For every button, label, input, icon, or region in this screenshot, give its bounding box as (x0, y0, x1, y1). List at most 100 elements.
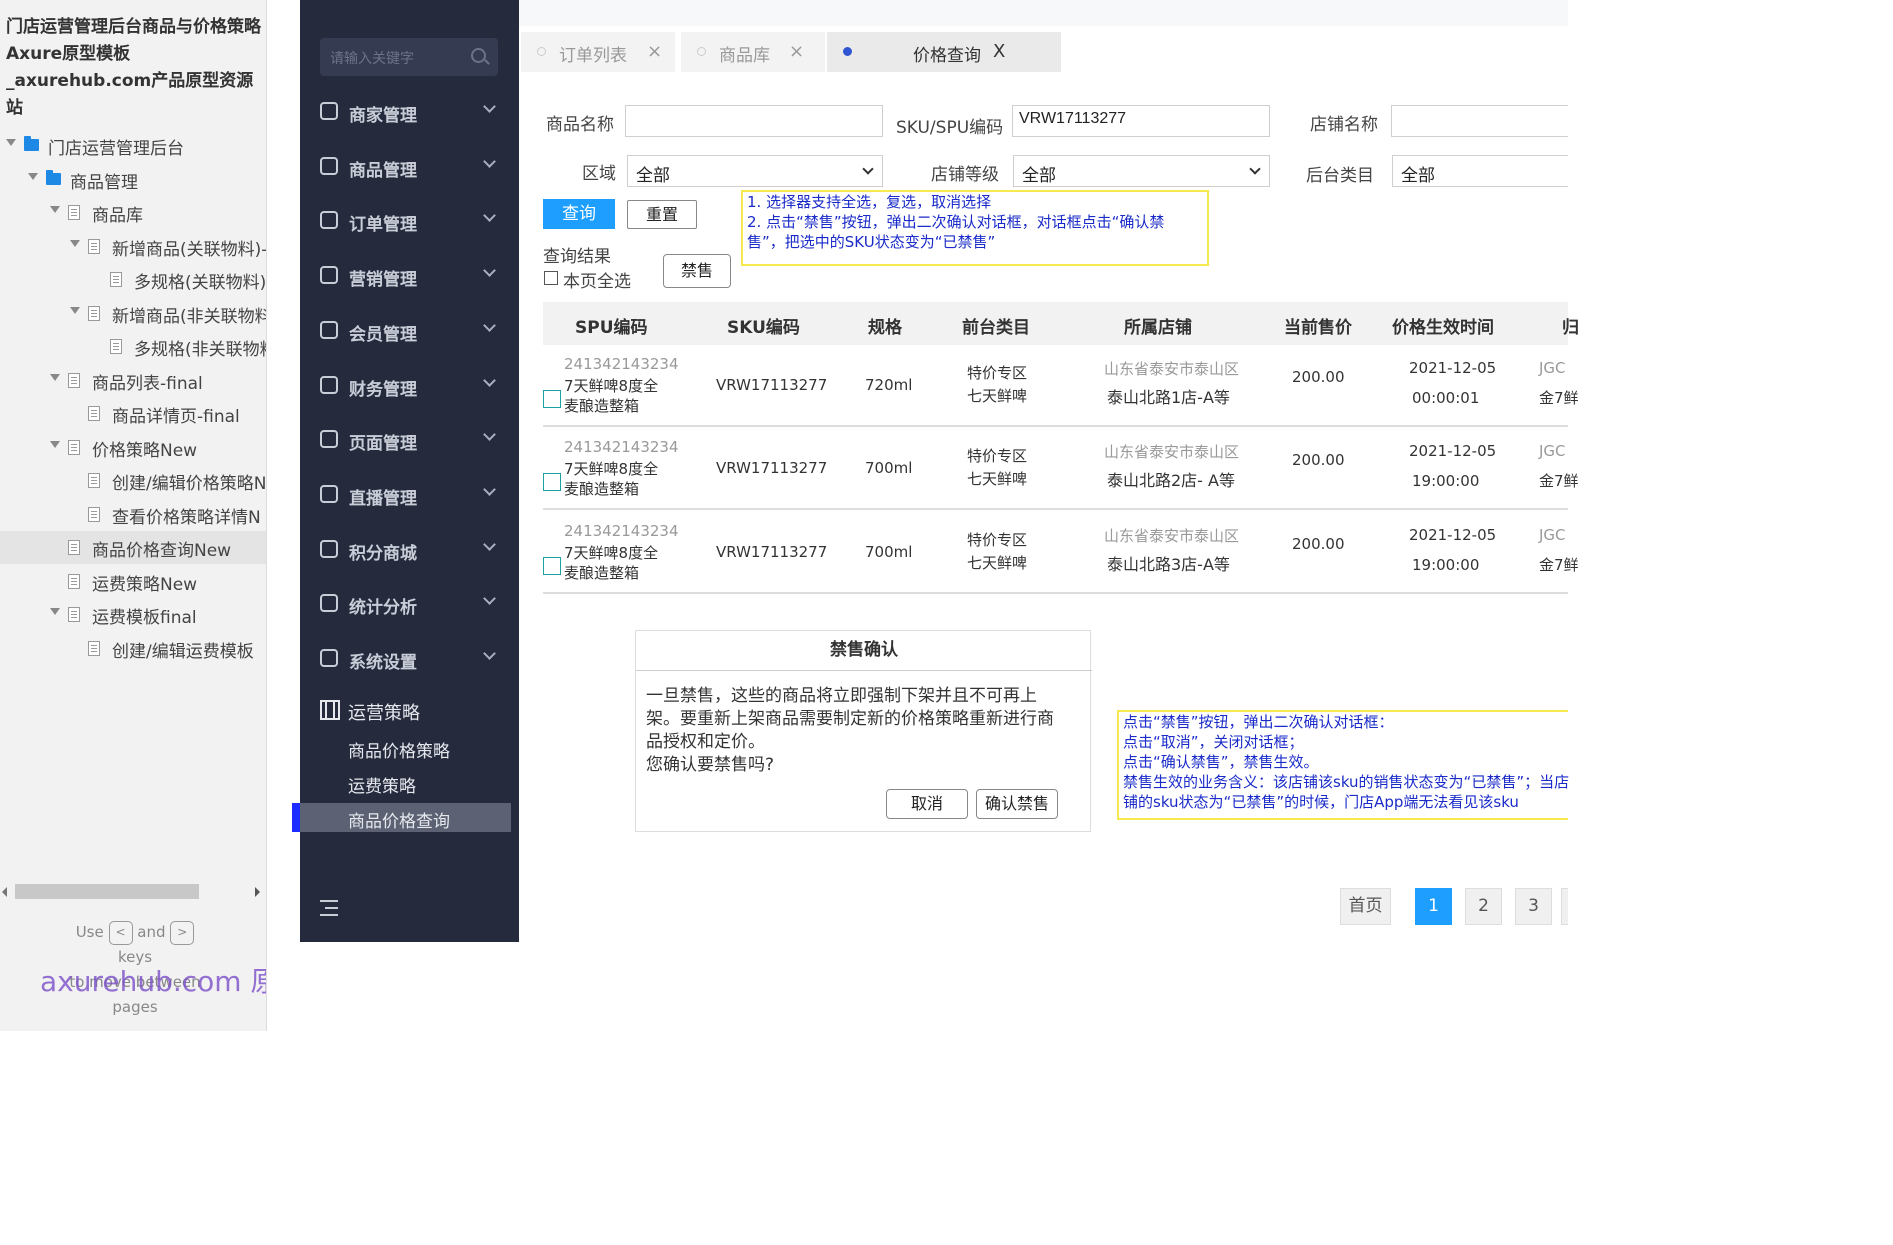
chevron-down-icon (483, 100, 496, 113)
nav-item-label: 直播管理 (349, 488, 417, 509)
nav-item[interactable]: 直播管理 (300, 475, 519, 515)
sitemap-item[interactable]: 商品库 (0, 196, 266, 229)
select-all-checkbox[interactable] (544, 271, 558, 285)
expand-arrow-icon[interactable] (6, 139, 16, 146)
nav-item[interactable]: 统计分析 (300, 584, 519, 624)
sitemap-item[interactable]: 门店运营管理后台 (0, 129, 266, 162)
cell-category-1: 特价专区 (967, 531, 1028, 549)
backend-category-select[interactable]: 全部 (1392, 155, 1568, 187)
col-price: 当前售价 (1284, 318, 1352, 338)
search-icon[interactable] (471, 48, 486, 63)
reset-button[interactable]: 重置 (627, 200, 697, 229)
sitemap-scrollbar[interactable] (0, 882, 266, 902)
nav-item[interactable]: 营销管理 (300, 256, 519, 296)
nav-item[interactable]: 商家管理 (300, 92, 519, 132)
tab-price-query[interactable]: 价格查询 X (827, 32, 1061, 72)
scrollbar-thumb[interactable] (15, 884, 199, 899)
nav-item[interactable]: 订单管理 (300, 201, 519, 241)
nav-sub-price-strategy[interactable]: 商品价格策略 (300, 733, 519, 762)
store-level-value: 全部 (1022, 166, 1056, 186)
pagination-page-1[interactable]: 1 (1415, 888, 1452, 925)
sitemap-panel: 门店运营管理后台商品与价格策略Axure原型模板_axurehub.com产品原… (0, 0, 267, 1031)
expand-arrow-icon[interactable] (50, 608, 60, 615)
store-level-select[interactable]: 全部 (1013, 155, 1270, 187)
nav-sub-price-query[interactable]: 商品价格查询 (292, 803, 511, 832)
pagination-page-3[interactable]: 3 (1515, 888, 1552, 925)
sitemap-item[interactable]: 商品列表-final (0, 364, 266, 397)
nav-search-placeholder: 请输入关键字 (330, 51, 414, 67)
ban-sale-button[interactable]: 禁售 (663, 254, 731, 288)
expand-arrow-icon[interactable] (70, 306, 80, 314)
nav-sub-freight-strategy[interactable]: 运费策略 (300, 768, 519, 797)
top-bar (519, 0, 1568, 26)
cell-spu: 241342143234 (564, 522, 679, 540)
table-row: 241342143234 7天鲜啤8度全 麦酿造整箱 VRW17113277 700ml… (543, 512, 1579, 594)
close-icon[interactable]: × (789, 41, 804, 62)
finance-icon (320, 375, 338, 394)
admin-sidebar: 请输入关键字 商家管理商品管理订单管理营销管理会员管理财务管理页面管理直播管理积… (292, 0, 519, 942)
row-checkbox[interactable] (543, 390, 561, 408)
sitemap-item[interactable]: 新增商品(关联物料)- (0, 230, 266, 263)
confirm-ban-button[interactable]: 确认禁售 (976, 789, 1058, 819)
chevron-down-icon (483, 647, 496, 660)
nav-item[interactable]: 会员管理 (300, 311, 519, 351)
sitemap-item[interactable]: 创建/编辑价格策略N (0, 464, 266, 497)
store-name-input[interactable] (1391, 105, 1568, 137)
row-checkbox[interactable] (543, 557, 561, 575)
nav-group-ops-strategy[interactable]: 运营策略 (300, 690, 519, 730)
scroll-right-arrow-icon[interactable] (255, 887, 260, 897)
tab-product-library[interactable]: 商品库 × (681, 32, 825, 72)
close-icon[interactable]: X (993, 41, 1005, 62)
page-icon (68, 439, 80, 455)
product-name-input[interactable] (625, 105, 883, 137)
scroll-left-arrow-icon[interactable] (2, 887, 7, 897)
tab-label: 订单列表 (559, 46, 627, 66)
tab-order-list[interactable]: 订单列表 × (521, 32, 675, 72)
cell-price: 200.00 (1292, 451, 1345, 469)
sitemap-item-label: 运费模板final (92, 608, 197, 628)
pagination-first[interactable]: 首页 (1340, 888, 1391, 925)
region-select[interactable]: 全部 (627, 155, 883, 187)
sitemap-item[interactable]: 价格策略New (0, 431, 266, 464)
pagination-page-2[interactable]: 2 (1465, 888, 1502, 925)
collapse-menu-icon[interactable] (320, 898, 340, 918)
nav-item[interactable]: 系统设置 (300, 639, 519, 679)
expand-arrow-icon[interactable] (28, 172, 38, 180)
cell-extra-code: JGC (1539, 442, 1566, 460)
cell-category-1: 特价专区 (967, 447, 1028, 465)
cell-store-region: 山东省泰安市泰山区 (1104, 360, 1240, 378)
points-icon (320, 539, 338, 558)
cell-store-region: 山东省泰安市泰山区 (1104, 527, 1240, 545)
cancel-button[interactable]: 取消 (886, 789, 968, 819)
sitemap-item[interactable]: 商品价格查询New (0, 531, 266, 564)
expand-arrow-icon[interactable] (50, 206, 60, 213)
sitemap-item[interactable]: 商品详情页-final (0, 397, 266, 430)
cell-spec: 700ml (865, 543, 913, 561)
nav-item[interactable]: 积分商城 (300, 530, 519, 570)
nav-item[interactable]: 商品管理 (300, 147, 519, 187)
nav-search-box[interactable]: 请输入关键字 (320, 38, 498, 76)
sitemap-item[interactable]: 运费策略New (0, 565, 266, 598)
pagination-more[interactable] (1561, 888, 1568, 925)
expand-arrow-icon[interactable] (70, 239, 80, 247)
results-label: 查询结果 (543, 247, 611, 267)
nav-item[interactable]: 财务管理 (300, 366, 519, 406)
chevron-down-icon (483, 428, 496, 442)
chevron-down-icon (483, 264, 496, 277)
sitemap-item[interactable]: 运费模板final (0, 598, 266, 631)
query-button[interactable]: 查询 (543, 199, 615, 229)
close-icon[interactable]: × (647, 41, 662, 62)
sitemap-item[interactable]: 创建/编辑运费模板 (0, 632, 266, 665)
nav-item[interactable]: 页面管理 (300, 420, 519, 460)
col-sku: SKU编码 (727, 318, 800, 338)
sku-input[interactable]: VRW17113277 (1012, 105, 1270, 137)
row-checkbox[interactable] (543, 473, 561, 491)
sitemap-item[interactable]: 新增商品(非关联物料 (0, 297, 266, 330)
expand-arrow-icon[interactable] (50, 440, 60, 448)
expand-arrow-icon[interactable] (50, 373, 60, 381)
sitemap-item[interactable]: 多规格(关联物料) (0, 263, 266, 296)
sitemap-item[interactable]: 多规格(非关联物料 (0, 330, 266, 363)
sitemap-item[interactable]: 查看价格策略详情N (0, 498, 266, 531)
sitemap-item[interactable]: 商品管理 (0, 163, 266, 196)
cell-date: 2021-12-05 (1409, 359, 1497, 377)
